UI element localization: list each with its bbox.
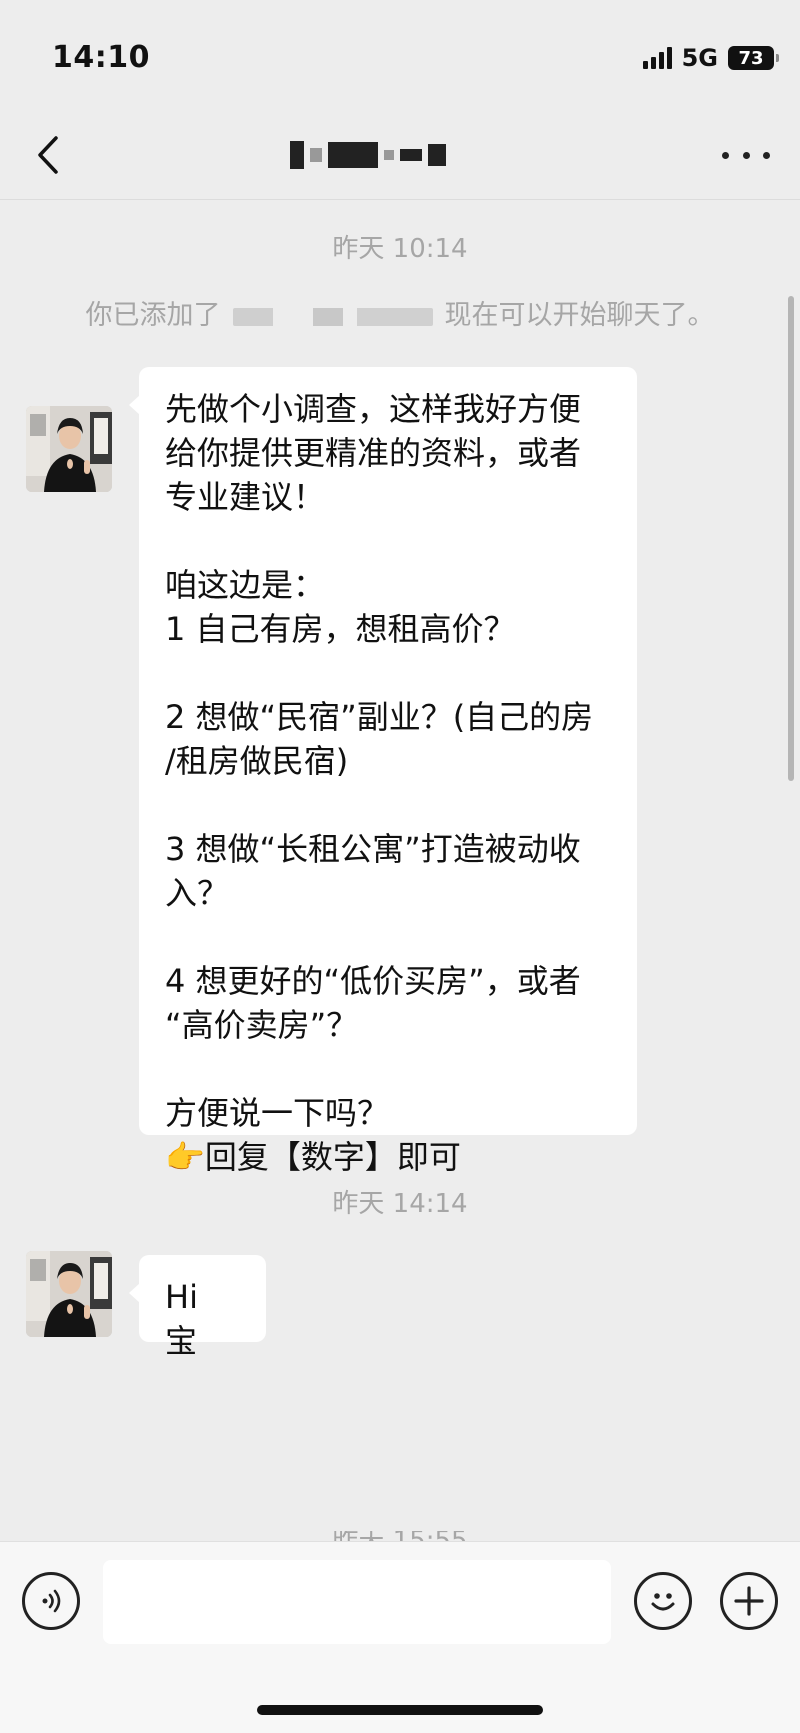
status-time: 14:10 (52, 40, 150, 75)
system-message-prefix: 你已添加了 (85, 300, 221, 331)
more-dot-icon (763, 151, 770, 159)
avatar[interactable] (26, 1251, 112, 1337)
timestamp: 昨天 10:14 (332, 234, 468, 264)
status-bar: 14:10 5G 73 (0, 0, 800, 110)
plus-icon (734, 1586, 764, 1616)
avatar[interactable] (26, 406, 112, 492)
emoji-icon (651, 1593, 675, 1611)
input-bar (0, 1541, 800, 1733)
plus-button[interactable] (720, 1572, 778, 1630)
message-bubble-received[interactable]: Hi 宝 (129, 1255, 266, 1360)
status-indicators: 5G 73 (642, 44, 779, 72)
chevron-left-icon (38, 136, 58, 174)
emoji-button[interactable] (634, 1572, 692, 1630)
more-dot-icon (722, 151, 729, 159)
more-button[interactable] (722, 140, 770, 170)
message-input[interactable] (103, 1560, 611, 1644)
chat-title-redacted (290, 138, 470, 172)
timestamp: 昨天 14:14 (332, 1189, 468, 1219)
nav-bar (0, 110, 800, 200)
system-message-suffix: 现在可以开始聊天了。 (444, 300, 715, 331)
chat-area[interactable]: 昨天 10:14 你已添加了 现在可以开始聊天了。 先做个小调查，这样我好方便 给… (0, 201, 800, 1541)
scrollbar[interactable] (788, 296, 794, 781)
voice-icon (42, 1589, 61, 1613)
avatar-photo-icon (26, 406, 112, 492)
timestamp-partial: 昨天 15:55 (0, 1531, 800, 1541)
signal-icon (642, 47, 672, 69)
battery-icon: 73 (728, 46, 779, 70)
more-dot-icon (742, 151, 750, 159)
network-label: 5G (681, 44, 718, 72)
avatar-photo-icon (26, 1251, 112, 1337)
back-button[interactable] (28, 130, 68, 180)
redacted-name (232, 307, 433, 326)
message-bubble-received[interactable]: 先做个小调查，这样我好方便 给你提供更精准的资料，或者 专业建议！ 咱这边是： … (129, 367, 637, 1176)
home-indicator[interactable] (257, 1705, 543, 1715)
system-message: 你已添加了 现在可以开始聊天了。 (0, 293, 800, 332)
voice-button[interactable] (22, 1572, 80, 1630)
